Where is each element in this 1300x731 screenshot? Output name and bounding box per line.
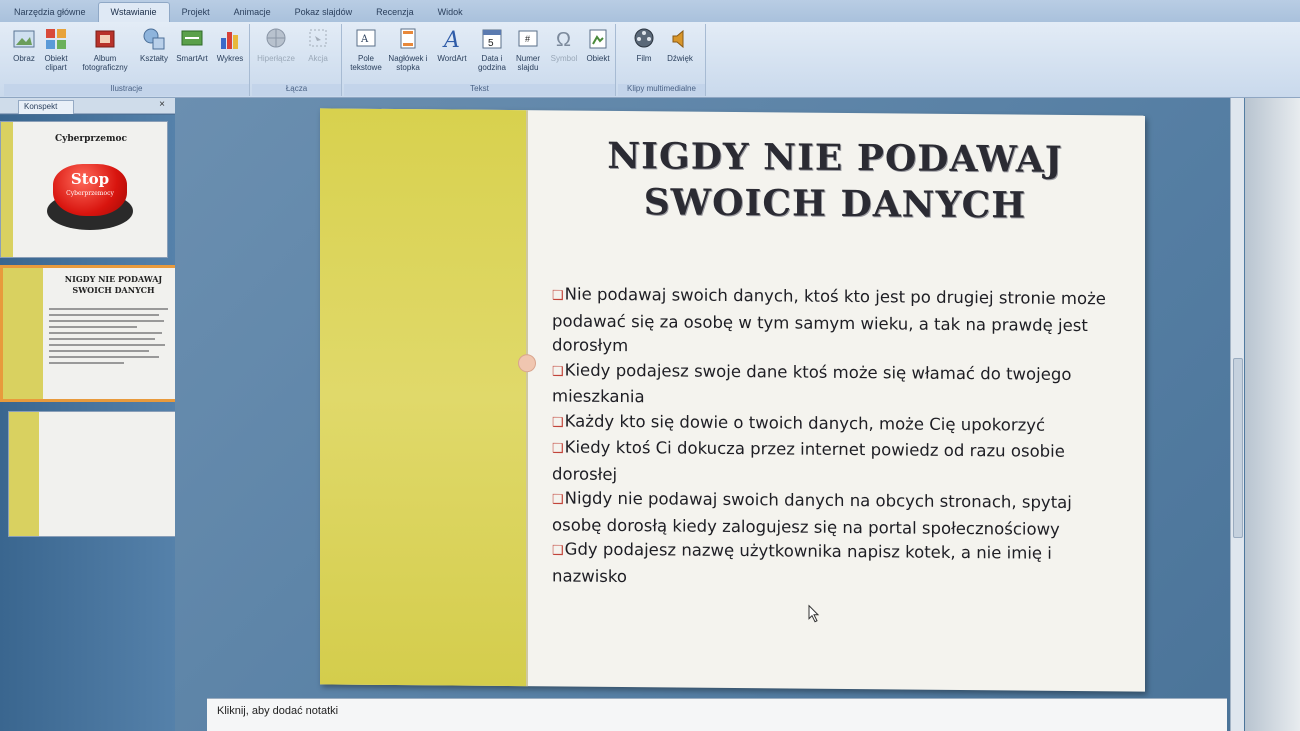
svg-text:#: # — [525, 34, 530, 44]
checkbox-bullet-icon: ❑ — [552, 288, 564, 304]
hyperlink-button[interactable]: Hiperłącze — [256, 26, 296, 63]
slide-yellow-bar — [320, 108, 528, 687]
movie-button[interactable]: Film — [624, 26, 664, 63]
action-icon — [309, 29, 327, 47]
date-time-button[interactable]: 5 Data i godzina — [472, 26, 512, 72]
slide-canvas[interactable]: Nigdy nie podawaj swoich danych ❑Nie pod… — [320, 108, 1145, 692]
slide-thumbnail-3[interactable] — [8, 411, 188, 537]
sound-button[interactable]: Dźwięk — [660, 26, 700, 63]
ribbon-tab-bar: Narzędzia główne Wstawianie Projekt Anim… — [0, 0, 1300, 22]
group-illustrations: Obraz Obiekt clipart Album fotograficzny… — [4, 24, 250, 96]
picture-icon — [13, 30, 35, 48]
checkbox-bullet-icon: ❑ — [552, 492, 564, 508]
thumb-title: Cyberprzemoc — [54, 134, 128, 144]
checkbox-bullet-icon: ❑ — [552, 414, 564, 431]
resize-handle[interactable] — [518, 354, 536, 373]
group-label-illustrations: Ilustracje — [4, 84, 249, 96]
calendar-icon: 5 — [482, 29, 502, 49]
tab-view[interactable]: Widok — [426, 3, 475, 22]
svg-text:Ω: Ω — [556, 29, 571, 51]
bullet-item: ❑Kiedy ktoś Ci dokucza przez internet po… — [552, 437, 1065, 484]
header-footer-icon — [400, 28, 416, 49]
group-text: A Pole tekstowe Nagłówek i stopka A Word… — [344, 24, 616, 96]
svg-text:A: A — [360, 34, 369, 45]
photo-album-icon — [95, 30, 115, 48]
object-button[interactable]: Obiekt — [578, 26, 618, 63]
tab-animations[interactable]: Animacje — [222, 3, 283, 22]
wordart-icon: A — [442, 28, 460, 52]
shapes-icon — [143, 28, 165, 50]
ribbon: Obraz Obiekt clipart Album fotograficzny… — [0, 22, 1300, 98]
tab-outline[interactable]: Konspekt — [18, 100, 74, 114]
thumbnail-list: Cyberprzemoc Stop Cyberprzemocy NIGDY NI… — [0, 115, 188, 731]
svg-text:A: A — [442, 28, 460, 52]
wordart-button[interactable]: A WordArt — [432, 26, 472, 63]
slide-thumbnail-1[interactable]: Cyberprzemoc Stop Cyberprzemocy — [0, 121, 168, 258]
speaker-icon — [672, 29, 684, 49]
mouse-cursor-icon — [808, 604, 820, 623]
tab-slideshow[interactable]: Pokaz slajdów — [283, 3, 365, 22]
tab-insert[interactable]: Wstawianie — [97, 2, 170, 22]
group-label-media: Klipy multimedialne — [618, 84, 705, 96]
bullet-item: ❑Kiedy podajesz swoje dane ktoś może się… — [552, 360, 1072, 407]
text-box-icon: A — [356, 29, 376, 47]
omega-icon: Ω — [556, 29, 571, 51]
slide-number-icon: # — [518, 30, 538, 47]
slide-editor-area: Nigdy nie podawaj swoich danych ❑Nie pod… — [175, 98, 1300, 731]
svg-text:5: 5 — [488, 38, 494, 49]
thumb-title: NIGDY NIE PODAWAJ SWOICH DANYCH — [64, 274, 163, 295]
chart-button[interactable]: Wykres — [210, 26, 250, 63]
bullet-item: ❑Nigdy nie podawaj swoich danych na obcy… — [552, 488, 1072, 539]
shapes-button[interactable]: Kształty — [134, 26, 174, 63]
bullet-item: ❑Gdy podajesz nazwę użytkownika napisz k… — [552, 539, 1052, 586]
window-edge — [1245, 98, 1300, 731]
group-links: Hiperłącze Akcja Łącza — [252, 24, 342, 96]
smartart-icon — [181, 30, 203, 46]
thumb-body-lines — [49, 304, 174, 368]
chart-icon — [221, 32, 238, 49]
checkbox-bullet-icon: ❑ — [552, 363, 564, 380]
scrollbar-thumb[interactable] — [1233, 358, 1243, 538]
panel-close-button[interactable]: × — [159, 99, 165, 110]
slide-title[interactable]: Nigdy nie podawaj swoich danych — [550, 132, 1120, 229]
text-box-button[interactable]: A Pole tekstowe — [346, 26, 386, 72]
notes-pane[interactable]: Kliknij, aby dodać notatki — [207, 698, 1227, 731]
header-footer-button[interactable]: Nagłówek i stopka — [388, 26, 428, 72]
film-reel-icon — [634, 28, 654, 48]
tab-design[interactable]: Projekt — [170, 3, 222, 22]
thumb-yellow-bar — [3, 268, 43, 399]
clipart-icon — [46, 29, 66, 49]
group-media: Film Dźwięk Klipy multimedialne — [618, 24, 706, 96]
globe-icon — [266, 28, 286, 48]
vertical-scrollbar[interactable] — [1230, 98, 1244, 731]
smartart-button[interactable]: SmartArt — [172, 26, 212, 63]
photo-album-button[interactable]: Album fotograficzny — [78, 26, 132, 72]
checkbox-bullet-icon: ❑ — [552, 441, 564, 457]
group-label-text: Tekst — [344, 84, 615, 96]
slide-thumbnail-2[interactable]: NIGDY NIE PODAWAJ SWOICH DANYCH — [0, 265, 183, 402]
stop-button-image: Stop Cyberprzemocy — [45, 158, 135, 238]
checkbox-bullet-icon: ❑ — [552, 543, 564, 559]
clipart-button[interactable]: Obiekt clipart — [36, 26, 76, 72]
panel-tabs: Konspekt × — [0, 98, 175, 114]
group-label-links: Łącza — [252, 84, 341, 96]
bullet-item: ❑Nie podawaj swoich danych, ktoś kto jes… — [552, 284, 1106, 356]
tab-home[interactable]: Narzędzia główne — [2, 3, 98, 22]
thumb-yellow-bar — [1, 122, 13, 257]
slide-content[interactable]: ❑Nie podawaj swoich danych, ktoś kto jes… — [552, 282, 1112, 593]
action-button[interactable]: Akcja — [298, 26, 338, 63]
tab-review[interactable]: Recenzja — [364, 3, 426, 22]
slides-panel: Konspekt × Cyberprzemoc Stop Cyberprzemo… — [0, 98, 188, 731]
thumb-yellow-bar — [9, 412, 39, 536]
slide-number-button[interactable]: # Numer slajdu — [508, 26, 548, 72]
object-icon — [589, 29, 607, 49]
